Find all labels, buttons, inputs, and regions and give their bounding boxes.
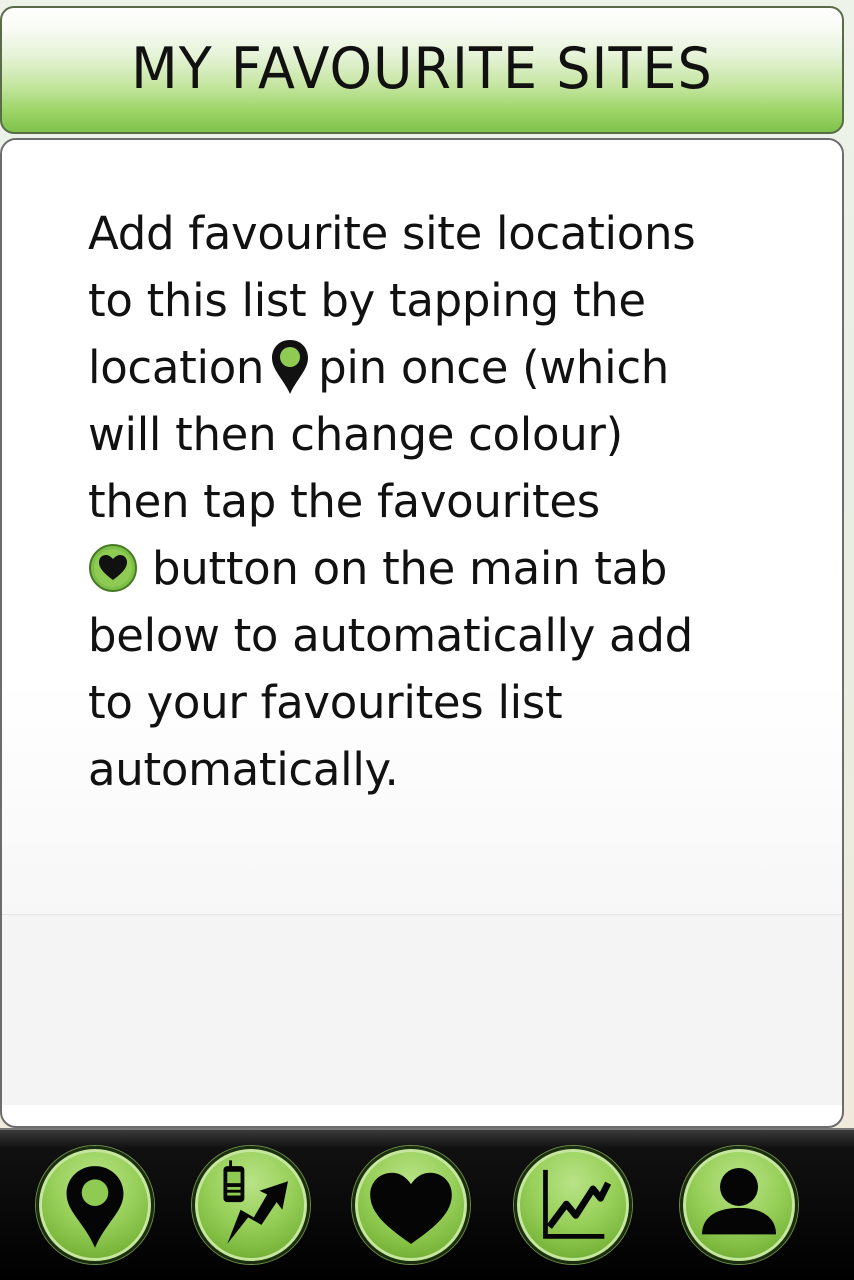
chart-trend-icon [543,1169,612,1239]
tab-nearby[interactable] [192,1146,310,1264]
empty-list-instructions: Add favourite site locations to this lis… [88,200,768,803]
instruction-text: button on the main tab [152,542,668,595]
heart-icon [370,1172,452,1244]
instruction-line: button on the main tab [88,535,768,602]
instruction-line: to this list by tapping the [88,274,646,327]
instruction-text: location [88,341,265,394]
favourites-list-footer [2,914,842,1105]
instruction-line: automatically. [88,743,399,796]
tab-profile[interactable] [680,1146,798,1264]
instruction-line: Add favourite site locations [88,207,696,260]
instruction-line: to your favourites list [88,676,563,729]
heart-favourite-icon [88,543,138,593]
tab-location[interactable] [36,1146,154,1264]
page-title: MY FAVOURITE SITES [131,34,713,102]
location-pin-icon [270,338,310,396]
tab-statistics[interactable] [514,1146,632,1264]
page-header: MY FAVOURITE SITES [0,6,844,134]
tab-favourites[interactable] [352,1146,470,1264]
instruction-line: then tap the favourites [88,475,600,528]
favourites-list-card: Add favourite site locations to this lis… [0,138,844,1128]
instruction-line: location pin once (which [88,334,768,401]
phone-direction-icon [223,1160,289,1244]
bottom-tab-bar [0,1128,854,1280]
user-profile-icon [701,1167,777,1235]
instruction-text: pin once (which [318,341,669,394]
instruction-line: will then change colour) [88,408,623,461]
instruction-line: below to automatically add [88,609,693,662]
location-pin-icon [66,1166,124,1248]
